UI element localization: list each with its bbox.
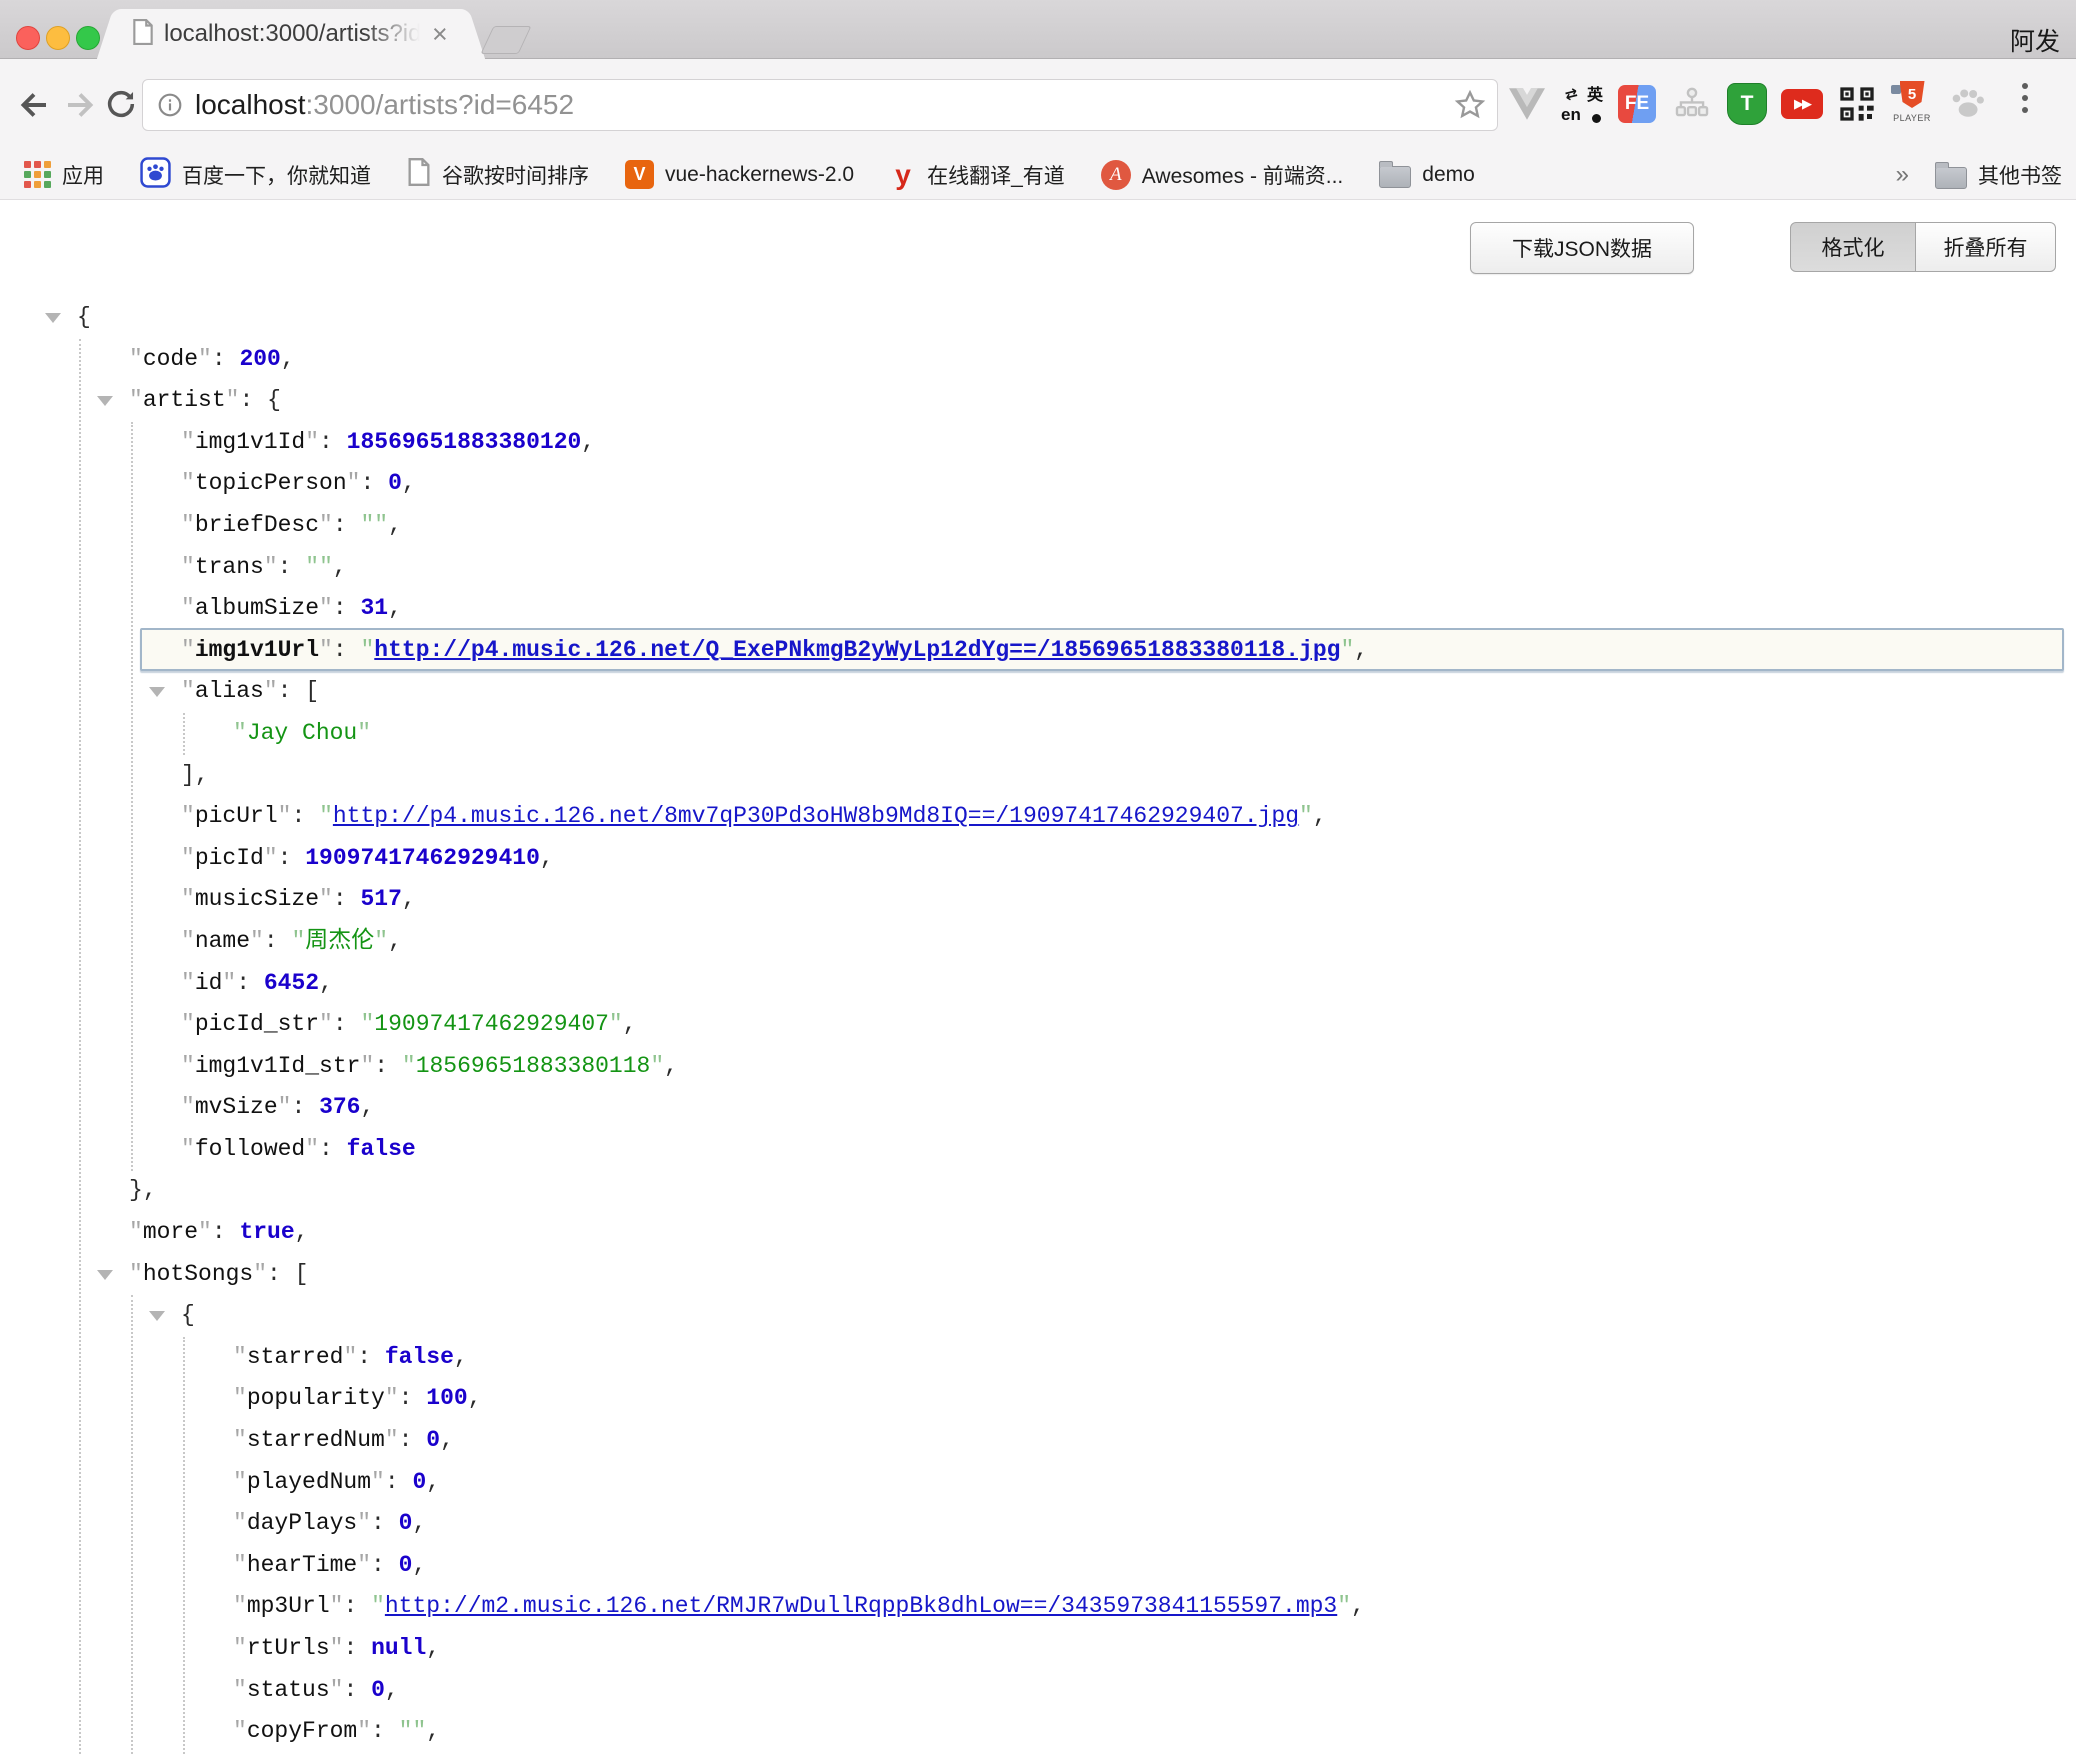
page-info-icon[interactable] [157,92,183,118]
collapse-arrow-icon[interactable] [97,1270,113,1280]
minimize-window-button[interactable] [46,26,70,50]
json-line: "starredNum": 0, [0,1420,2076,1462]
json-line: "more": true, [0,1212,2076,1254]
extension-icons: 英en⇄ FE T ▶▶ 5PLAYER [1506,73,1988,135]
json-line: "briefDesc": "", [0,505,2076,547]
json-line: "popularity": 100, [0,1378,2076,1420]
json-line: "albumSize": 31, [0,588,2076,630]
json-line: "img1v1Id": 18569651883380120, [0,422,2076,464]
json-line: "followed": false [0,1129,2076,1171]
json-url-link[interactable]: http://p4.music.126.net/8mv7qP30Pd3oHW8b… [333,803,1299,829]
baidu-paw-icon [140,157,171,193]
json-line: ], [0,755,2076,797]
browser-tab[interactable]: localhost:3000/artists?id=645 × [118,9,464,59]
qr-code-icon[interactable] [1836,81,1878,127]
json-line: "id": 6452, [0,963,2076,1005]
json-line: "img1v1Url": "http://p4.music.126.net/Q_… [0,630,2076,672]
bookmark-youdao-translate[interactable]: y 在线翻译_有道 [890,160,1065,190]
json-line: "hotSongs": [ [0,1254,2076,1296]
json-line: "picId_str": "19097417462929407", [0,1004,2076,1046]
download-json-button[interactable]: 下载JSON数据 [1470,222,1694,274]
collapse-arrow-icon[interactable] [149,687,165,697]
back-button[interactable] [16,87,52,128]
json-url-link[interactable]: http://m2.music.126.net/RMJR7wDullRqppBk… [385,1593,1337,1619]
tab-title: localhost:3000/artists?id=645 [164,20,420,48]
format-button[interactable]: 格式化 [1790,222,1916,272]
folder-icon [1379,166,1411,188]
json-line: "hearTime": 0, [0,1545,2076,1587]
json-line: "starred": false, [0,1337,2076,1379]
bookmark-star-icon[interactable] [1453,88,1487,127]
json-viewer: {"code": 200,"artist": {"img1v1Id": 1856… [0,297,2076,1753]
awesomes-icon: A [1101,160,1131,190]
json-line: "code": 200, [0,339,2076,381]
json-line: "picUrl": "http://p4.music.126.net/8mv7q… [0,796,2076,838]
json-line: "name": "周杰伦", [0,921,2076,963]
json-line: "artist": { [0,380,2076,422]
html5-player-icon[interactable]: 5PLAYER [1891,81,1933,127]
new-tab-button[interactable] [480,26,531,54]
bookmark-apps[interactable]: 应用 [24,160,104,190]
forward-button[interactable] [62,87,98,128]
json-line: "musicSize": 517, [0,879,2076,921]
profile-name[interactable]: 阿发 [2010,22,2060,58]
bookmarks-bar: 应用 百度一下，你就知道 谷歌按时间排序 V vue-hackernews-2.… [0,150,2076,200]
tab-close-icon[interactable]: × [432,21,448,48]
video-doubler-icon[interactable]: ▶▶ [1781,81,1823,127]
collapse-arrow-icon[interactable] [149,1311,165,1321]
collapse-arrow-icon[interactable] [97,396,113,406]
bookmark-awesomes[interactable]: A Awesomes - 前端资... [1101,160,1344,190]
bookmark-demo-folder[interactable]: demo [1379,161,1475,188]
page-content: 下载JSON数据 格式化 折叠所有 {"code": 200,"artist":… [0,201,2076,1754]
json-line: }, [0,1170,2076,1212]
json-line: { [0,1295,2076,1337]
bookmark-baidu[interactable]: 百度一下，你就知道 [140,157,371,193]
browser-window: localhost:3000/artists?id=645 × 阿发 local… [0,0,2076,1754]
view-mode-segmented-control: 格式化 折叠所有 [1790,222,2056,272]
json-line: "copyFrom": "", [0,1711,2076,1753]
other-bookmarks-folder[interactable]: 其他书签 [1935,160,2062,190]
json-line: "img1v1Id_str": "18569651883380118", [0,1046,2076,1088]
bookmarks-overflow-icon[interactable]: » [1896,161,1909,189]
sitemap-extension-icon[interactable] [1671,81,1713,127]
vue-orange-icon: V [625,160,654,189]
paw-extension-icon[interactable] [1946,81,1988,127]
bookmark-vue-hackernews[interactable]: V vue-hackernews-2.0 [625,160,854,189]
json-url-link[interactable]: http://p4.music.126.net/Q_ExePNkmgB2yWyL… [374,637,1340,663]
json-line: "topicPerson": 0, [0,463,2076,505]
collapse-arrow-icon[interactable] [45,313,61,323]
tampermonkey-icon[interactable]: T [1726,81,1768,127]
reload-button[interactable] [104,87,138,126]
bookmark-google-sort[interactable]: 谷歌按时间排序 [407,158,589,191]
json-line: "rtUrls": null, [0,1628,2076,1670]
tab-favicon-page-icon [132,19,154,50]
collapse-all-button[interactable]: 折叠所有 [1916,222,2056,272]
folder-icon [1935,167,1967,189]
title-bar: localhost:3000/artists?id=645 × 阿发 [0,0,2076,59]
json-line: "trans": "", [0,547,2076,589]
close-window-button[interactable] [16,26,40,50]
page-icon [407,158,431,191]
apps-grid-icon [24,161,51,188]
json-line: "Jay Chou" [0,713,2076,755]
translate-en-icon[interactable]: 英en⇄ [1561,81,1603,127]
address-bar[interactable]: localhost:3000/artists?id=6452 [142,79,1498,131]
youdao-icon: y [890,160,916,190]
zoom-window-button[interactable] [76,26,100,50]
json-line: "mvSize": 376, [0,1087,2076,1129]
browser-menu-icon[interactable] [2022,83,2028,113]
json-line: "picId": 19097417462929410, [0,838,2076,880]
url-text[interactable]: localhost:3000/artists?id=6452 [195,89,574,121]
vue-devtools-icon[interactable] [1506,81,1548,127]
json-line: "alias": [ [0,671,2076,713]
json-line: { [0,297,2076,339]
browser-toolbar: localhost:3000/artists?id=6452 英en⇄ FE T… [0,59,2076,150]
json-line: "playedNum": 0, [0,1462,2076,1504]
json-line: "mp3Url": "http://m2.music.126.net/RMJR7… [0,1586,2076,1628]
fe-extension-icon[interactable]: FE [1616,81,1658,127]
json-line: "status": 0, [0,1670,2076,1712]
json-line: "dayPlays": 0, [0,1503,2076,1545]
